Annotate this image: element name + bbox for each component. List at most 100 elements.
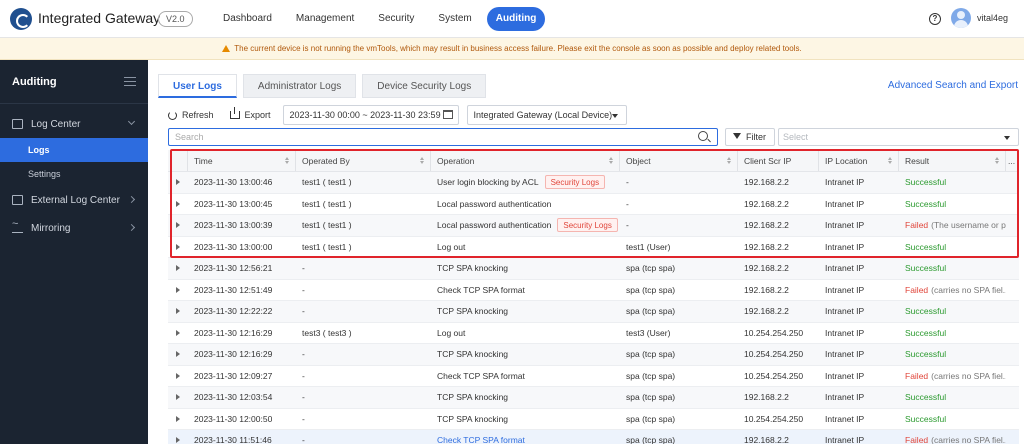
result-status: Failed — [905, 220, 929, 231]
expand-row-button[interactable] — [168, 172, 188, 193]
sort-icon[interactable] — [994, 157, 999, 164]
security-logs-tag[interactable]: Security Logs — [557, 218, 618, 233]
external-log-icon — [12, 195, 23, 205]
table-row[interactable]: 2023-11-30 12:51:49 - Check TCP SPA format… — [168, 280, 1019, 301]
tab-user-logs[interactable]: User Logs — [158, 74, 237, 98]
sidebar-item-logs[interactable]: Logs — [0, 138, 148, 162]
column-header-result[interactable]: Result — [899, 150, 1006, 171]
cell-object: spa (tcp spa) — [626, 349, 676, 360]
expand-row-button[interactable] — [168, 387, 188, 408]
tab-device-security-logs[interactable]: Device Security Logs — [362, 74, 487, 98]
app-title: Integrated Gateway — [38, 10, 161, 26]
expand-row-button[interactable] — [168, 430, 188, 444]
sort-icon[interactable] — [419, 157, 424, 164]
sidebar-item-mirroring[interactable]: Mirroring — [0, 214, 148, 242]
operation-text: Local password authentication — [437, 198, 552, 209]
advanced-search-link[interactable]: Advanced Search and Export — [888, 80, 1018, 91]
expand-row-button[interactable] — [168, 323, 188, 344]
nav-system[interactable]: System — [429, 7, 480, 31]
sort-icon[interactable] — [608, 157, 613, 164]
cell-object: test3 (User) — [626, 327, 671, 338]
expand-row-button[interactable] — [168, 366, 188, 387]
column-header-operated-by[interactable]: Operated By — [296, 150, 431, 171]
filter-label: Filter — [746, 132, 766, 142]
tab-administrator-logs[interactable]: Administrator Logs — [242, 74, 357, 98]
cell-result: Failed (carries no SPA fiel... — [899, 430, 1006, 444]
cell-operated-by: - — [302, 370, 305, 381]
export-button[interactable]: Export — [229, 107, 271, 120]
cell-result: Successful — [899, 258, 1006, 279]
column-header-ip-location[interactable]: IP Location — [819, 150, 899, 171]
filter-select[interactable]: Select — [778, 128, 1019, 146]
sidebar-item-log-center[interactable]: Log Center — [0, 110, 148, 138]
table-row[interactable]: 2023-11-30 11:51:46 - Check TCP SPA format… — [168, 430, 1019, 444]
sidebar-item-settings[interactable]: Settings — [0, 162, 148, 186]
cell-object: - — [626, 177, 629, 188]
date-range-picker[interactable]: 2023-11-30 00:00 ~ 2023-11-30 23:59 — [282, 105, 459, 125]
cell-ip-location: Intranet IP — [825, 177, 865, 188]
expand-row-button[interactable] — [168, 237, 188, 258]
column-header-client-ip[interactable]: Client Scr IP — [738, 150, 819, 171]
expand-row-button[interactable] — [168, 215, 188, 236]
more-columns-icon[interactable]: ... — [1006, 150, 1019, 171]
cell-time: 2023-11-30 12:03:54 — [194, 392, 273, 403]
sort-icon[interactable] — [284, 157, 289, 164]
collapse-menu-icon[interactable] — [124, 77, 136, 86]
nav-auditing[interactable]: Auditing — [486, 7, 546, 31]
expand-row-button[interactable] — [168, 344, 188, 365]
expand-row-button[interactable] — [168, 409, 188, 430]
sort-icon[interactable] — [887, 157, 892, 164]
table-row[interactable]: 2023-11-30 12:00:50 - TCP SPA knocking spa … — [168, 409, 1019, 430]
username[interactable]: vital4eg — [977, 13, 1008, 23]
result-detail: (carries no SPA fiel... — [931, 284, 1006, 295]
cell-operation: Log out — [431, 323, 620, 344]
cell-operated-by: test1 ( test1 ) — [302, 198, 352, 209]
cell-spacer — [1006, 409, 1019, 430]
cell-ip-location: Intranet IP — [825, 349, 865, 360]
caret-right-icon — [176, 372, 180, 379]
cell-spacer — [1006, 258, 1019, 279]
table-row[interactable]: 2023-11-30 13:00:39 test1 ( test1 ) Local … — [168, 215, 1019, 237]
chevron-right-icon — [127, 195, 136, 204]
device-select[interactable]: Integrated Gateway (Local Device) — [466, 105, 627, 125]
table-row[interactable]: 2023-11-30 12:03:54 - TCP SPA knocking spa … — [168, 387, 1019, 409]
filter-button[interactable]: Filter — [725, 128, 775, 146]
nav-management[interactable]: Management — [287, 7, 363, 31]
search-icon[interactable] — [698, 131, 708, 141]
nav-dashboard[interactable]: Dashboard — [214, 7, 281, 31]
column-label: IP Location — [825, 155, 868, 166]
security-logs-tag[interactable]: Security Logs — [544, 175, 606, 190]
table-row[interactable]: 2023-11-30 12:16:29 - TCP SPA knocking spa … — [168, 344, 1019, 366]
cell-operation: Check TCP SPA format — [431, 366, 620, 387]
user-avatar-icon[interactable] — [951, 8, 971, 28]
sidebar-item-external-log-center[interactable]: External Log Center — [0, 186, 148, 214]
result-status: Failed — [905, 284, 929, 295]
cell-operation: Local password authentication — [431, 194, 620, 215]
table-row[interactable]: 2023-11-30 13:00:46 test1 ( test1 ) User l… — [168, 172, 1019, 194]
expand-row-button[interactable] — [168, 301, 188, 322]
operation-text: Check TCP SPA format — [437, 370, 525, 381]
caret-right-icon — [176, 329, 180, 336]
expand-row-button[interactable] — [168, 258, 188, 279]
table-row[interactable]: 2023-11-30 13:00:45 test1 ( test1 ) Local … — [168, 194, 1019, 215]
table-row[interactable]: 2023-11-30 13:00:00 test1 ( test1 ) Log ou… — [168, 237, 1019, 258]
search-input[interactable] — [168, 128, 718, 146]
column-header-object[interactable]: Object — [620, 150, 738, 171]
table-row[interactable]: 2023-11-30 12:16:29 test3 ( test3 ) Log ou… — [168, 323, 1019, 344]
table-row[interactable]: 2023-11-30 12:09:27 - Check TCP SPA format… — [168, 366, 1019, 387]
cell-ip-location: Intranet IP — [825, 370, 865, 381]
nav-security[interactable]: Security — [369, 7, 423, 31]
column-header-operation[interactable]: Operation — [431, 150, 620, 171]
cell-operated-by: test1 ( test1 ) — [302, 241, 352, 252]
refresh-icon — [168, 110, 177, 120]
expand-row-button[interactable] — [168, 280, 188, 301]
table-row[interactable]: 2023-11-30 12:22:22 - TCP SPA knocking spa … — [168, 301, 1019, 323]
sort-icon[interactable] — [726, 157, 731, 164]
caret-right-icon — [176, 394, 180, 401]
refresh-button[interactable]: Refresh — [168, 110, 214, 120]
table-row[interactable]: 2023-11-30 12:56:21 - TCP SPA knocking spa … — [168, 258, 1019, 280]
caret-right-icon — [176, 351, 180, 358]
column-header-time[interactable]: Time — [188, 150, 296, 171]
expand-row-button[interactable] — [168, 194, 188, 215]
help-icon[interactable]: ? — [929, 13, 941, 25]
